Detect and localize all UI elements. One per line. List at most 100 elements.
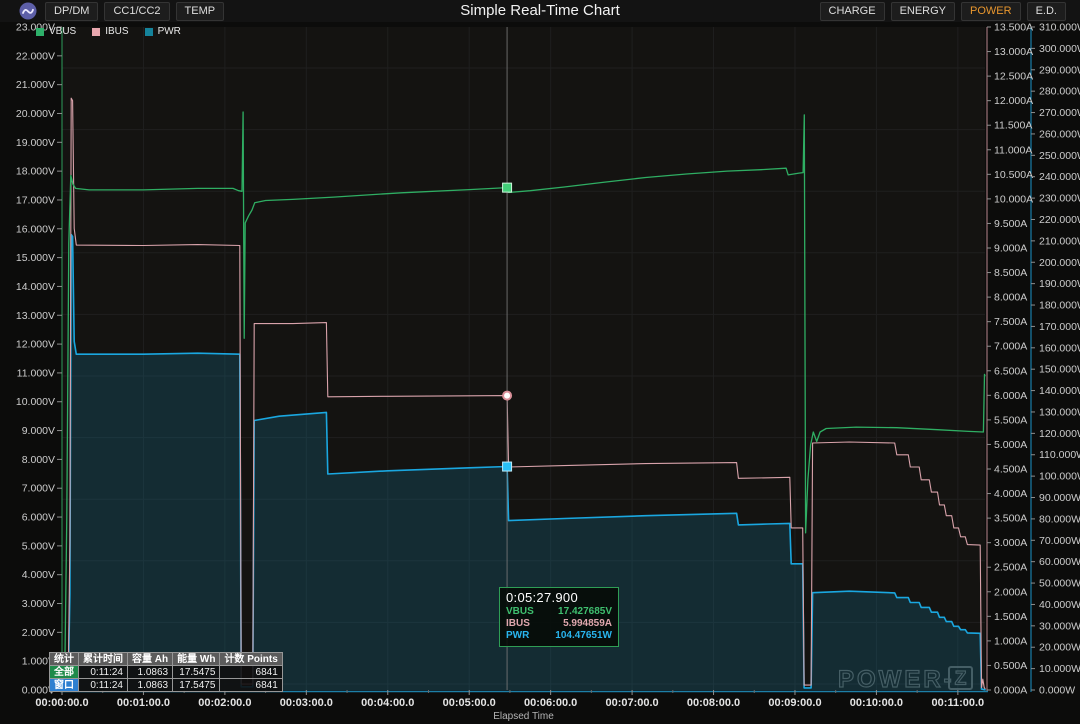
legend-label: IBUS <box>105 26 128 37</box>
svg-text:12.000V: 12.000V <box>16 339 55 351</box>
svg-text:5.000V: 5.000V <box>22 540 55 552</box>
svg-text:7.500A: 7.500A <box>994 316 1027 328</box>
tooltip-series-value: 104.47651W <box>555 630 612 642</box>
stats-cell: 17.5475 <box>173 666 220 679</box>
svg-text:4.000A: 4.000A <box>994 488 1027 500</box>
tab-cc1-cc2[interactable]: CC1/CC2 <box>104 2 169 21</box>
svg-text:11.000A: 11.000A <box>994 144 1032 156</box>
x-axis-title: Elapsed Time <box>493 711 554 722</box>
svg-text:4.500A: 4.500A <box>994 464 1027 476</box>
svg-text:2.500A: 2.500A <box>994 562 1027 574</box>
svg-text:300.000W: 300.000W <box>1039 43 1080 55</box>
marker-ibus-icon <box>503 392 511 400</box>
svg-text:00:04:00.0: 00:04:00.0 <box>361 697 414 709</box>
svg-text:180.000W: 180.000W <box>1039 300 1080 312</box>
svg-text:6.500A: 6.500A <box>994 365 1027 377</box>
svg-text:2.000A: 2.000A <box>994 586 1027 598</box>
svg-text:5.000A: 5.000A <box>994 439 1027 451</box>
svg-text:17.000V: 17.000V <box>16 194 55 206</box>
svg-text:00:03:00.0: 00:03:00.0 <box>280 697 333 709</box>
legend-label: PWR <box>158 26 181 37</box>
tab-e-d-[interactable]: E.D. <box>1027 2 1066 21</box>
svg-text:22.000V: 22.000V <box>16 50 55 62</box>
tooltip-time: 0:05:27.900 <box>506 590 612 605</box>
svg-text:13.500A: 13.500A <box>994 22 1033 34</box>
tab-temp[interactable]: TEMP <box>176 2 225 21</box>
svg-text:20.000V: 20.000V <box>16 108 55 120</box>
svg-text:00:10:00.0: 00:10:00.0 <box>850 697 903 709</box>
svg-text:8.000A: 8.000A <box>994 292 1027 304</box>
svg-text:00:06:00.0: 00:06:00.0 <box>524 697 577 709</box>
svg-text:10.000W: 10.000W <box>1039 663 1080 675</box>
tooltip-row-vbus: VBUS17.427685V <box>506 606 612 618</box>
svg-text:9.500A: 9.500A <box>994 218 1027 230</box>
cursor-tooltip: 0:05:27.900 VBUS17.427685VIBUS5.994859AP… <box>499 587 619 647</box>
svg-text:60.000W: 60.000W <box>1039 556 1080 568</box>
svg-text:12.000A: 12.000A <box>994 95 1033 107</box>
svg-text:220.000W: 220.000W <box>1039 214 1080 226</box>
svg-text:00:11:00.0: 00:11:00.0 <box>932 697 985 709</box>
stats-cell: 6841 <box>220 679 282 692</box>
stats-cell: 17.5475 <box>173 679 220 692</box>
table-row: 全部0:11:241.086317.54756841 <box>50 666 283 679</box>
svg-text:310.000W: 310.000W <box>1039 22 1080 34</box>
current-axis-labels: 13.500A13.000A12.500A12.000A11.500A11.00… <box>987 22 1033 697</box>
tab-charge[interactable]: CHARGE <box>820 2 885 21</box>
tab-dp-dm[interactable]: DP/DM <box>45 2 98 21</box>
tab-power[interactable]: POWER <box>961 2 1021 21</box>
svg-text:250.000W: 250.000W <box>1039 150 1080 162</box>
stats-header-cell: 容量 Ah <box>128 653 173 666</box>
svg-text:10.000V: 10.000V <box>16 396 55 408</box>
tab-energy[interactable]: ENERGY <box>891 2 955 21</box>
svg-text:280.000W: 280.000W <box>1039 86 1080 98</box>
svg-text:7.000A: 7.000A <box>994 341 1027 353</box>
svg-text:140.000W: 140.000W <box>1039 385 1080 397</box>
svg-text:00:08:00.0: 00:08:00.0 <box>687 697 740 709</box>
svg-text:110.000W: 110.000W <box>1039 449 1080 461</box>
stats-header-cell: 计数 Points <box>220 653 282 666</box>
svg-text:4.000V: 4.000V <box>22 569 55 581</box>
pwr-swatch-icon <box>145 28 153 36</box>
svg-text:8.500A: 8.500A <box>994 267 1027 279</box>
svg-text:260.000W: 260.000W <box>1039 128 1080 140</box>
legend-item-ibus[interactable]: IBUS <box>92 26 128 37</box>
stats-cell: 6841 <box>220 666 282 679</box>
stats-table: 统计累计时间容量 Ah能量 Wh计数 Points 全部0:11:241.086… <box>49 652 283 692</box>
svg-text:00:00:00.0: 00:00:00.0 <box>35 697 88 709</box>
tooltip-row-ibus: IBUS5.994859A <box>506 618 612 630</box>
voltage-axis-labels: 23.000V22.000V21.000V20.000V19.000V18.00… <box>16 22 62 697</box>
page-title: Simple Real-Time Chart <box>460 2 620 19</box>
svg-text:210.000W: 210.000W <box>1039 235 1080 247</box>
left-tab-group: DP/DM CC1/CC2 TEMP <box>45 2 224 21</box>
svg-text:21.000V: 21.000V <box>16 79 55 91</box>
svg-text:11.000V: 11.000V <box>17 367 55 379</box>
svg-text:00:02:00.0: 00:02:00.0 <box>198 697 251 709</box>
svg-text:13.000A: 13.000A <box>994 46 1033 58</box>
svg-text:7.000V: 7.000V <box>22 483 55 495</box>
svg-text:150.000W: 150.000W <box>1039 364 1080 376</box>
stats-header-cell: 能量 Wh <box>173 653 220 666</box>
tooltip-series-name: PWR <box>506 630 529 642</box>
svg-text:19.000V: 19.000V <box>16 137 55 149</box>
svg-text:130.000W: 130.000W <box>1039 406 1080 418</box>
svg-text:3.000V: 3.000V <box>22 598 55 610</box>
svg-text:9.000V: 9.000V <box>22 425 55 437</box>
legend-item-pwr[interactable]: PWR <box>145 26 181 37</box>
svg-text:00:09:00.0: 00:09:00.0 <box>768 697 821 709</box>
svg-text:18.000V: 18.000V <box>16 166 55 178</box>
stats-cell: 0:11:24 <box>79 666 128 679</box>
app-logo-icon[interactable] <box>19 2 37 20</box>
svg-text:00:07:00.0: 00:07:00.0 <box>605 697 658 709</box>
svg-text:8.000V: 8.000V <box>22 454 55 466</box>
svg-text:70.000W: 70.000W <box>1039 535 1080 547</box>
svg-text:5.500A: 5.500A <box>994 414 1027 426</box>
svg-text:50.000W: 50.000W <box>1039 578 1080 590</box>
tooltip-row-pwr: PWR 104.47651W <box>506 630 612 642</box>
tooltip-series-value: 5.994859A <box>563 618 612 630</box>
legend-item-vbus[interactable]: VBUS <box>36 26 76 37</box>
svg-text:40.000W: 40.000W <box>1039 599 1080 611</box>
tooltip-series-name: VBUS <box>506 606 534 618</box>
table-row: 窗口0:11:241.086317.54756841 <box>50 679 283 692</box>
chart-area: POWER-Z23.000V22.000V21.000V20.000V19.00… <box>0 22 1080 724</box>
ibus-swatch-icon <box>92 28 100 36</box>
